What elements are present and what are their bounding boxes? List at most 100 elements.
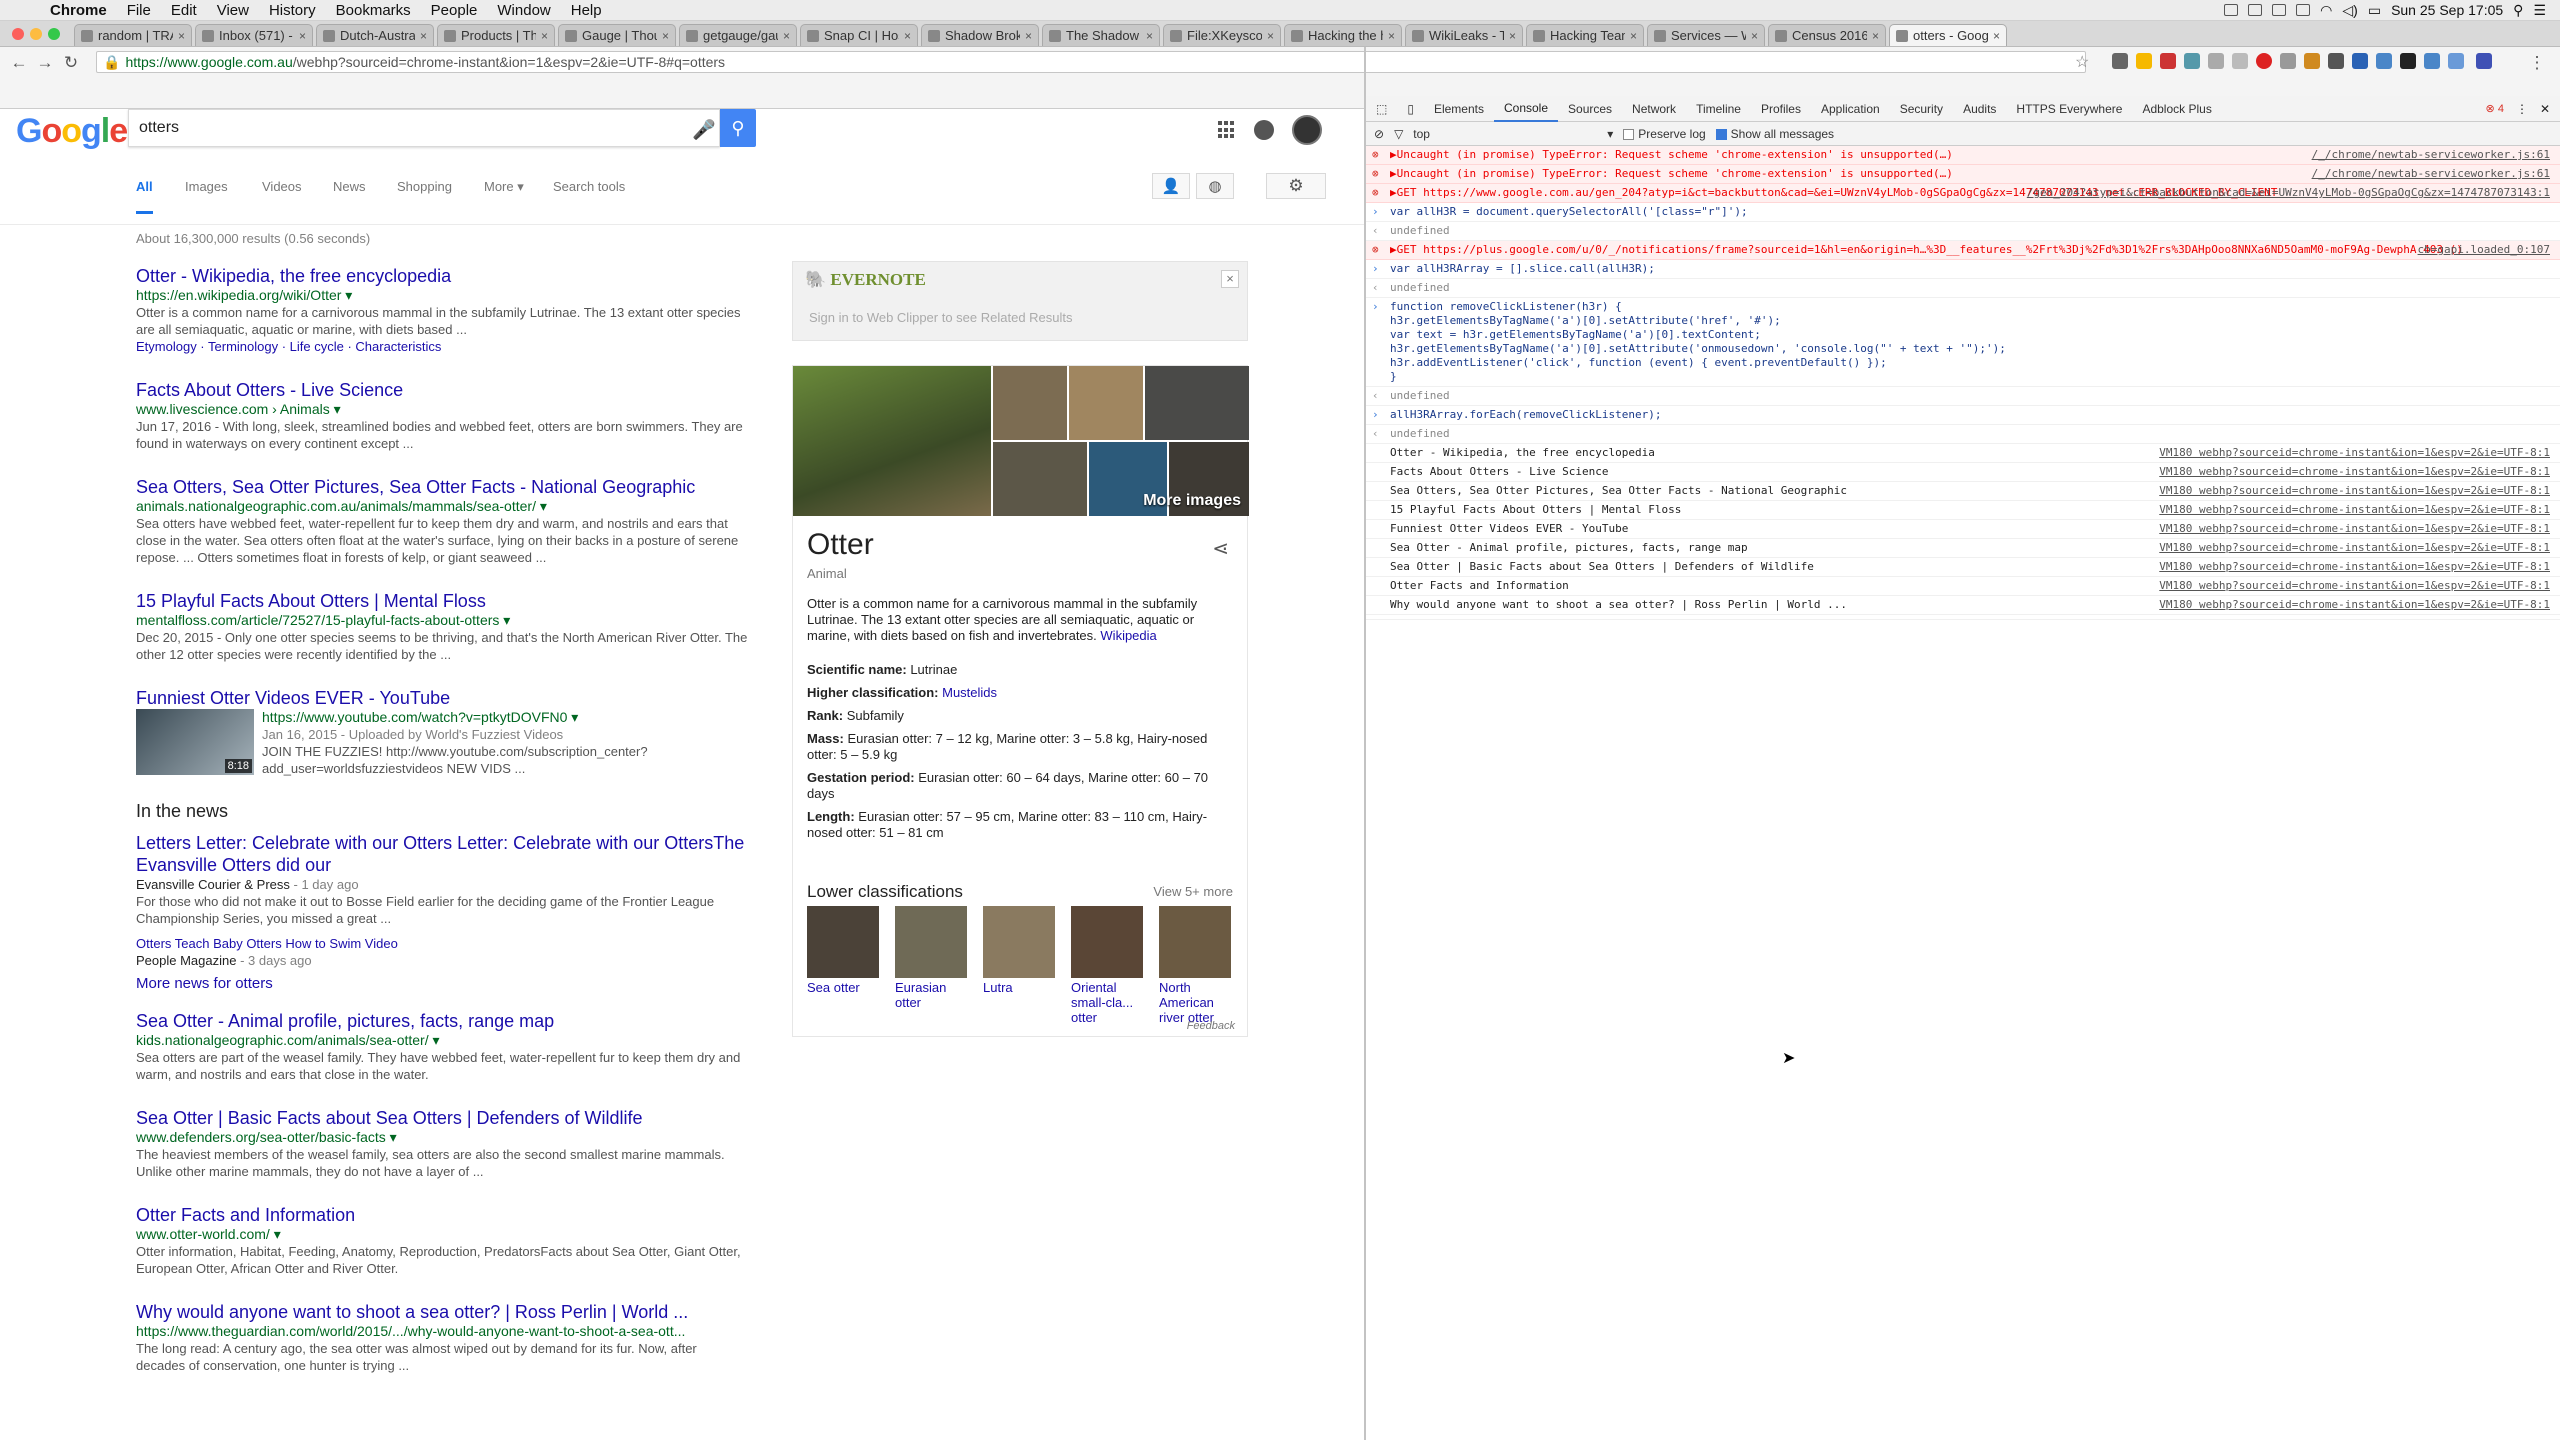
result-sitelinks[interactable]: Etymology · Terminology · Life cycle · C… bbox=[136, 338, 748, 355]
extension-icon[interactable] bbox=[2400, 53, 2416, 69]
status-icon[interactable] bbox=[2248, 4, 2263, 16]
browser-tab[interactable]: Snap CI | Hoste... × bbox=[800, 24, 918, 46]
otter-image[interactable] bbox=[793, 366, 991, 516]
browser-tab[interactable]: Hacking Team -... × bbox=[1526, 24, 1644, 46]
classification-label[interactable]: North American river otter bbox=[1159, 980, 1231, 1025]
extension-icon[interactable] bbox=[2184, 53, 2200, 69]
error-count-badge[interactable]: ⊗ 4 bbox=[2486, 102, 2504, 115]
close-tab-icon[interactable]: × bbox=[1146, 29, 1153, 43]
close-window-button[interactable] bbox=[12, 28, 24, 40]
browser-tab[interactable]: File:XKeyscore... × bbox=[1163, 24, 1281, 46]
more-images-link[interactable]: More images bbox=[1143, 492, 1241, 510]
menu-view[interactable]: View bbox=[207, 2, 259, 19]
close-devtools-icon[interactable]: ✕ bbox=[2540, 102, 2550, 116]
close-tab-icon[interactable]: × bbox=[541, 29, 548, 43]
result-title[interactable]: Sea Otters, Sea Otter Pictures, Sea Otte… bbox=[136, 476, 748, 498]
browser-tab[interactable]: Dutch-Australian... × bbox=[316, 24, 434, 46]
browser-tab[interactable]: The Shadow Bro... × bbox=[1042, 24, 1160, 46]
browser-tab[interactable]: otters - Google... × bbox=[1889, 24, 2007, 46]
browser-tab[interactable]: Services — We... × bbox=[1647, 24, 1765, 46]
classification-label[interactable]: Sea otter bbox=[807, 980, 879, 995]
device-toolbar-icon[interactable]: ▯ bbox=[1397, 96, 1424, 122]
feedback-link[interactable]: Feedback bbox=[1187, 1020, 1235, 1032]
search-button[interactable]: ⚲ bbox=[720, 109, 756, 147]
menubar-clock[interactable]: Sun 25 Sep 17:05 bbox=[2391, 2, 2503, 18]
classification-item[interactable]: Lutra bbox=[983, 906, 1055, 1025]
news-title[interactable]: Letters Letter: Celebrate with our Otter… bbox=[136, 832, 748, 876]
menu-window[interactable]: Window bbox=[487, 2, 560, 19]
reload-icon[interactable]: ↻ bbox=[62, 53, 80, 73]
chrome-menu-icon[interactable]: ⋮ bbox=[2528, 53, 2546, 73]
evernote-signin-text[interactable]: Sign in to Web Clipper to see Related Re… bbox=[809, 310, 1073, 325]
news-second-title[interactable]: Otters Teach Baby Otters How to Swim Vid… bbox=[136, 935, 748, 952]
tab-console[interactable]: Console bbox=[1493, 96, 1559, 122]
extension-icon[interactable] bbox=[2232, 53, 2248, 69]
close-tab-icon[interactable]: × bbox=[662, 29, 669, 43]
close-tab-icon[interactable]: × bbox=[1630, 29, 1637, 43]
tab-audits[interactable]: Audits bbox=[1953, 96, 2006, 122]
close-tab-icon[interactable]: × bbox=[1267, 29, 1274, 43]
battery-icon[interactable]: ▭ bbox=[2368, 2, 2381, 19]
microphone-icon[interactable]: 🎤 bbox=[692, 118, 716, 142]
console-source-link[interactable]: /_/chrome/newtab-serviceworker.js:61 bbox=[2312, 148, 2550, 162]
classification-image[interactable] bbox=[807, 906, 879, 978]
tab-more[interactable]: More ▾ bbox=[484, 179, 524, 212]
classification-label[interactable]: Oriental small-cla... otter bbox=[1071, 980, 1143, 1025]
filter-icon[interactable]: ▽ bbox=[1394, 127, 1403, 141]
close-tab-icon[interactable]: × bbox=[1872, 29, 1879, 43]
menu-people[interactable]: People bbox=[421, 2, 488, 19]
extension-icon[interactable] bbox=[2112, 53, 2128, 69]
tab-news[interactable]: News bbox=[333, 179, 366, 211]
status-icon[interactable] bbox=[2224, 4, 2239, 16]
tab-https-everywhere[interactable]: HTTPS Everywhere bbox=[2006, 96, 2132, 122]
classification-item[interactable]: Sea otter bbox=[807, 906, 879, 1025]
context-select[interactable]: top ▾ bbox=[1413, 127, 1613, 141]
video-url[interactable]: https://www.youtube.com/watch?v=ptkytDOV… bbox=[262, 709, 748, 726]
result-title[interactable]: Facts About Otters - Live Science bbox=[136, 379, 748, 401]
classification-item[interactable]: Eurasian otter bbox=[895, 906, 967, 1025]
result-url[interactable]: www.defenders.org/sea-otter/basic-facts … bbox=[136, 1129, 748, 1146]
close-tab-icon[interactable]: × bbox=[178, 29, 185, 43]
view-more-link[interactable]: View 5+ more bbox=[1153, 884, 1233, 899]
extension-icon[interactable] bbox=[2448, 53, 2464, 69]
console-source-link[interactable]: /gen_204?atyp=i&ct=backbutton&cad=&ei=UW… bbox=[2027, 186, 2550, 200]
personal-results-icon[interactable]: 👤 bbox=[1152, 173, 1190, 199]
apps-grid-icon[interactable] bbox=[1218, 121, 1236, 139]
tab-all[interactable]: All bbox=[136, 179, 153, 214]
menu-bookmarks[interactable]: Bookmarks bbox=[326, 2, 421, 19]
menu-file[interactable]: File bbox=[117, 2, 161, 19]
close-tab-icon[interactable]: × bbox=[1388, 29, 1395, 43]
console-output[interactable]: ⊗ ▶Uncaught (in promise) TypeError: Reque… bbox=[1366, 146, 2560, 620]
result-url[interactable]: www.otter-world.com/ ▾ bbox=[136, 1226, 748, 1243]
extension-icon[interactable] bbox=[2160, 53, 2176, 69]
console-source-link[interactable]: VM180 webhp?sourceid=chrome-instant&ion=… bbox=[2159, 598, 2550, 612]
wikipedia-link[interactable]: Wikipedia bbox=[1100, 628, 1156, 643]
classification-item[interactable]: North American river otter bbox=[1159, 906, 1231, 1025]
tab-elements[interactable]: Elements bbox=[1424, 96, 1494, 122]
console-source-link[interactable]: cb=gapi.loaded_0:107 bbox=[2418, 243, 2550, 257]
browser-tab[interactable]: Shadow Brokers... × bbox=[921, 24, 1039, 46]
tab-shopping[interactable]: Shopping bbox=[397, 179, 452, 211]
browser-tab[interactable]: Hacking the hac... × bbox=[1284, 24, 1402, 46]
close-tab-icon[interactable]: × bbox=[1509, 29, 1516, 43]
classification-item[interactable]: Oriental small-cla... otter bbox=[1071, 906, 1143, 1025]
console-source-link[interactable]: VM180 webhp?sourceid=chrome-instant&ion=… bbox=[2159, 541, 2550, 555]
fact-value[interactable]: Mustelids bbox=[942, 685, 997, 700]
result-url[interactable]: mentalfloss.com/article/72527/15-playful… bbox=[136, 612, 748, 629]
result-url[interactable]: https://www.theguardian.com/world/2015/.… bbox=[136, 1323, 748, 1340]
bookmark-star-icon[interactable]: ☆ bbox=[2075, 52, 2089, 72]
result-url[interactable]: www.livescience.com › Animals ▾ bbox=[136, 401, 748, 418]
result-title[interactable]: Sea Otter - Animal profile, pictures, fa… bbox=[136, 1010, 748, 1032]
extension-icon[interactable] bbox=[2376, 53, 2392, 69]
close-tab-icon[interactable]: × bbox=[299, 29, 306, 43]
browser-tab[interactable]: WikiLeaks - The... × bbox=[1405, 24, 1523, 46]
classification-label[interactable]: Eurasian otter bbox=[895, 980, 967, 1010]
result-title[interactable]: 15 Playful Facts About Otters | Mental F… bbox=[136, 590, 748, 612]
tab-application[interactable]: Application bbox=[1811, 96, 1890, 122]
status-icon[interactable] bbox=[2296, 4, 2311, 16]
classification-image[interactable] bbox=[1071, 906, 1143, 978]
classification-image[interactable] bbox=[895, 906, 967, 978]
close-tab-icon[interactable]: × bbox=[1751, 29, 1758, 43]
result-title[interactable]: Otter Facts and Information bbox=[136, 1204, 748, 1226]
browser-tab[interactable]: getgauge/gauge... × bbox=[679, 24, 797, 46]
